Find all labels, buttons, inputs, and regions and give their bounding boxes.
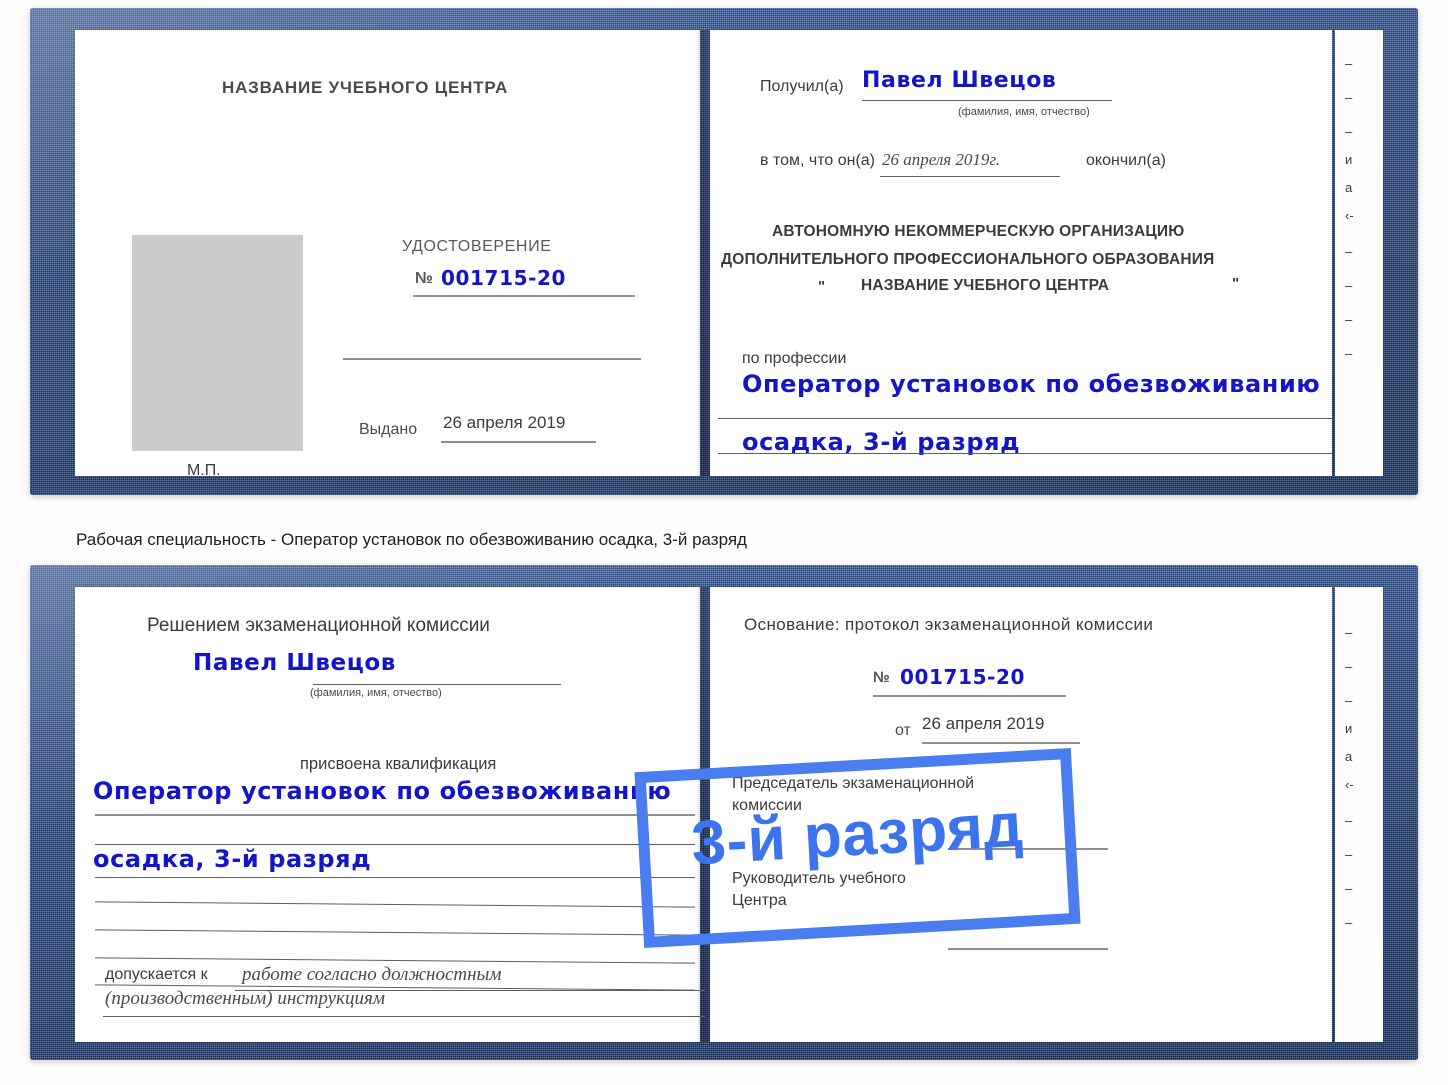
edge-fragment: – (1345, 90, 1353, 105)
edge-fragment: а (1345, 749, 1353, 764)
certificate-top-right-page: Получил(а) Павел Швецов (фамилия, имя, о… (710, 30, 1332, 476)
graduate-name-rule (313, 684, 561, 685)
edge-fragment: – (1345, 56, 1353, 71)
completion-date-rule (880, 176, 1060, 177)
qualification-value-line-2: осадка, 3-й разряд (93, 845, 372, 873)
edge-fragment: – (1345, 659, 1353, 674)
issued-label: Выдано (359, 421, 418, 438)
profession-value-line-2: осадка, 3-й разряд (742, 428, 1021, 456)
recipient-name-rule (862, 100, 1112, 101)
qualification-value-line-1: Оператор установок по обезвоживанию (93, 777, 672, 805)
protocol-number-rule (873, 695, 1066, 697)
protocol-date-rule (922, 742, 1080, 744)
profession-rule-1 (718, 418, 1332, 419)
seal-label: М.П. (187, 462, 221, 479)
admitted-label: допускается к (105, 966, 208, 983)
received-label: Получил(а) (760, 78, 844, 95)
page-title: НАЗВАНИЕ УЧЕБНОГО ЦЕНТРА (222, 78, 509, 97)
fio-hint: (фамилия, имя, отчество) (958, 106, 1090, 118)
chair-title-line-1: Председатель экзаменационной (732, 775, 975, 792)
completion-date-value: 26 апреля 2019г. (882, 150, 1001, 169)
commission-decision-header: Решением экзаменационной комиссии (147, 615, 490, 636)
edge-fragment: и (1345, 721, 1353, 736)
number-symbol: № (415, 270, 433, 287)
edge-fragment: – (1345, 346, 1353, 361)
certificate-bottom-edge-strip: – – – и а ‹- – – – – (1335, 587, 1383, 1042)
basis-label: Основание: протокол экзаменационной коми… (744, 615, 1154, 634)
edge-fragment: – (1345, 278, 1353, 293)
number-rule (413, 295, 635, 297)
organization-quote-open: " (818, 278, 826, 295)
blank-rule (343, 358, 641, 360)
blank-line-rule (95, 929, 695, 936)
certificate-number-value: 001715-20 (441, 266, 567, 290)
admitted-rule-2 (103, 1016, 705, 1017)
statement-tail: окончил(а) (1086, 152, 1166, 169)
edge-fragment: – (1345, 312, 1353, 327)
edge-fragment: – (1345, 244, 1353, 259)
edge-fragment: – (1345, 124, 1353, 139)
edge-fragment: и (1345, 152, 1353, 167)
recipient-name-value: Павел Швецов (862, 68, 1057, 93)
edge-fragment: ‹- (1345, 208, 1354, 223)
issued-rule (441, 441, 596, 443)
certificate-top-left-page: НАЗВАНИЕ УЧЕБНОГО ЦЕНТРА УДОСТОВЕРЕНИЕ №… (75, 30, 700, 479)
head-title-line-1: Руководитель учебного (732, 870, 906, 887)
chair-signature-rule (948, 848, 1108, 850)
edge-fragment: а (1345, 180, 1353, 195)
edge-fragment: – (1345, 625, 1353, 640)
blank-line-rule (95, 901, 695, 908)
edge-fragment: – (1345, 693, 1353, 708)
protocol-number-value: 001715-20 (900, 665, 1026, 689)
certificate-scan-page: НАЗВАНИЕ УЧЕБНОГО ЦЕНТРА УДОСТОВЕРЕНИЕ №… (0, 0, 1448, 1085)
edge-fragment: ‹- (1345, 777, 1354, 792)
edge-fragment: – (1345, 881, 1353, 896)
protocol-date-label: от (895, 722, 911, 739)
organization-line-1: АВТОНОМНУЮ НЕКОММЕРЧЕСКУЮ ОРГАНИЗАЦИЮ (772, 223, 1185, 240)
caption-text: Рабочая специальность - Оператор установ… (76, 530, 747, 549)
certificate-top-edge-strip: – – – и а ‹- – – – – (1335, 30, 1383, 476)
qualification-rule-1 (95, 814, 695, 816)
document-type-label: УДОСТОВЕРЕНИЕ (402, 238, 552, 255)
organization-line-2: ДОПОЛНИТЕЛЬНОГО ПРОФЕССИОНАЛЬНОГО ОБРАЗО… (721, 251, 1215, 268)
edge-fragment: – (1345, 813, 1353, 828)
organization-name: НАЗВАНИЕ УЧЕБНОГО ЦЕНТРА (861, 277, 1110, 294)
graduate-name-value: Павел Швецов (193, 650, 396, 676)
admitted-block: допускается к работе согласно должностны… (103, 962, 705, 1032)
profession-value-line-1: Оператор установок по обезвоживанию (742, 370, 1321, 398)
admitted-value-line-2: (производственным) инструкциям (105, 988, 385, 1009)
fio-hint: (фамилия, имя, отчество) (310, 687, 442, 699)
chair-title-line-2: комиссии (732, 797, 802, 814)
qualification-rule-3 (95, 877, 695, 878)
head-signature-rule (948, 948, 1108, 950)
protocol-date-value: 26 апреля 2019 (922, 714, 1045, 733)
certificate-bottom-right-page: Основание: протокол экзаменационной коми… (710, 587, 1332, 1042)
certificate-book-top: НАЗВАНИЕ УЧЕБНОГО ЦЕНТРА УДОСТОВЕРЕНИЕ №… (30, 8, 1418, 495)
profession-rule-2 (718, 453, 1332, 454)
head-title-line-2: Центра (732, 892, 787, 909)
statement-label: в том, что он(а) (760, 152, 875, 169)
issued-date-value: 26 апреля 2019 (443, 413, 566, 432)
protocol-number-symbol: № (873, 669, 890, 686)
edge-fragment: – (1345, 847, 1353, 862)
organization-quote-close: " (1232, 275, 1240, 292)
edge-fragment: – (1345, 915, 1353, 930)
photo-placeholder (132, 235, 303, 451)
profession-label: по профессии (742, 350, 847, 367)
qualification-label: присвоена квалификация (300, 755, 497, 773)
admitted-value-line-1: работе согласно должностным (242, 964, 502, 985)
